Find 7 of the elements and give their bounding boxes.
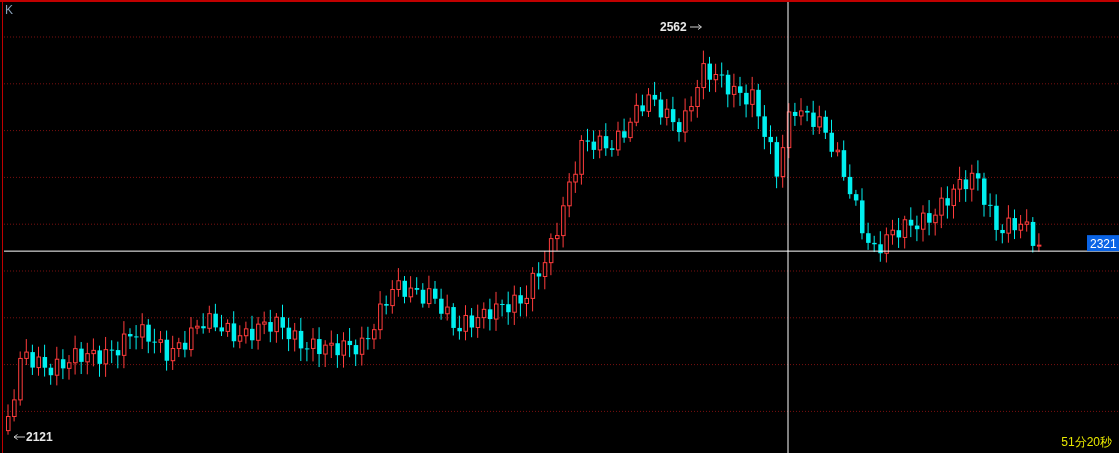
countdown-timer: 51分20秒 <box>1061 435 1112 449</box>
arrow-icon <box>13 434 26 440</box>
low-price-label: 2121 <box>26 430 53 444</box>
high-price-label: 2562 <box>660 20 687 34</box>
chart-label: K <box>5 3 13 17</box>
arrow-icon <box>689 24 702 30</box>
current-price-tag: 2321 <box>1087 235 1119 252</box>
